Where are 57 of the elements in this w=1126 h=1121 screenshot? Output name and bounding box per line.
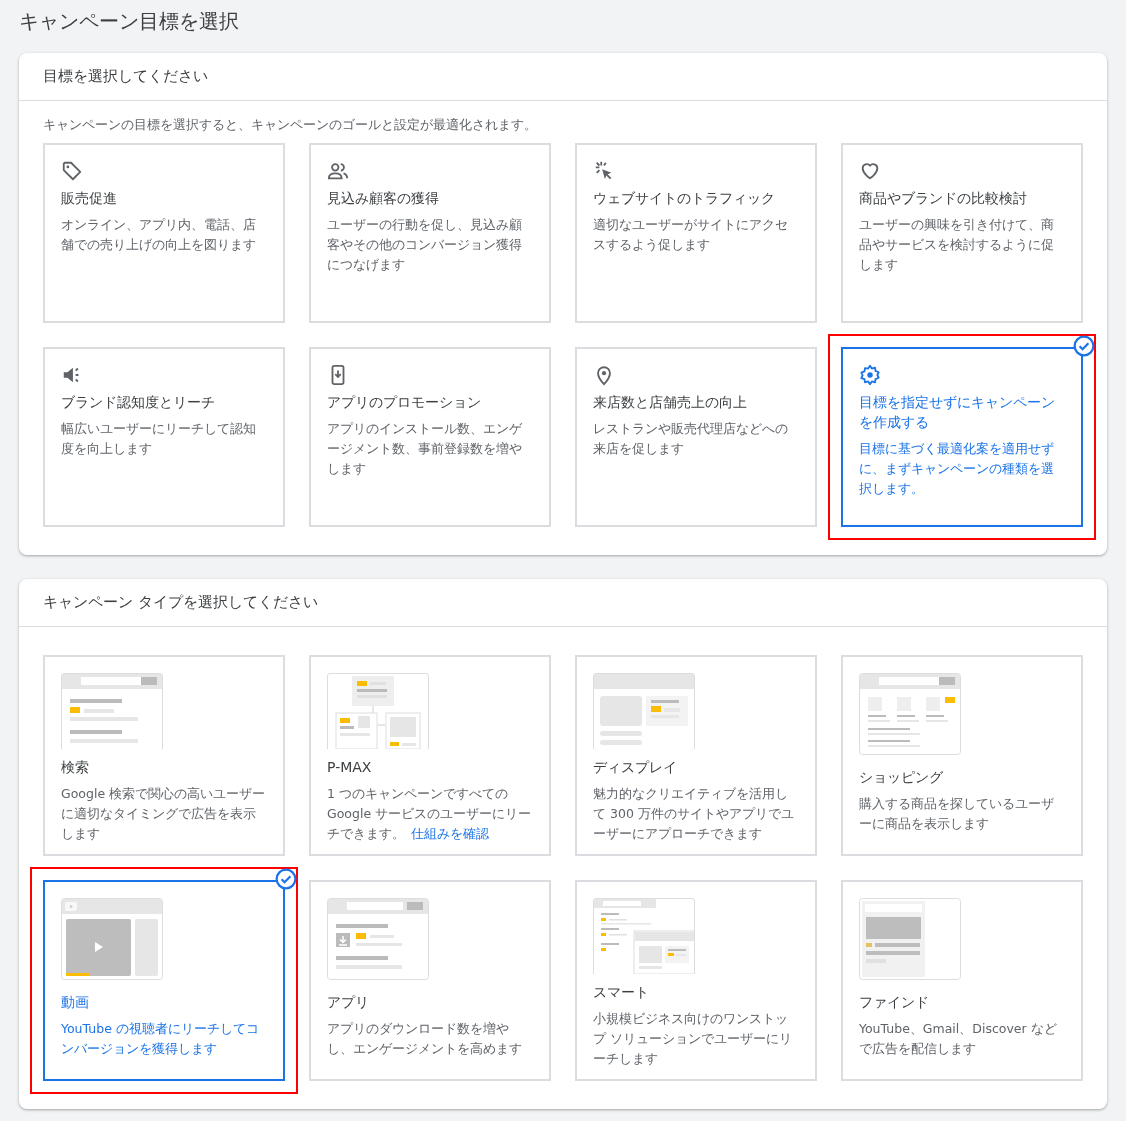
goal-card[interactable]: 見込み顧客の獲得 ユーザーの行動を促し、見込み顧客やその他のコンバージョン獲得につなげます	[309, 143, 551, 323]
card-title: アプリ	[327, 993, 370, 1012]
card-description: ユーザーの興味を引き付けて、商品やサービスを検討するように促します	[859, 216, 1055, 274]
card-description: 1 つのキャンペーンですべての Google サービスのユーザーにリーチできます。 仕組みを確認	[327, 785, 533, 843]
learn-more-link[interactable]: 仕組みを確認	[411, 826, 489, 841]
campaign-type-card[interactable]: ファインド YouTube、Gmail、Discover などで広告を配信します	[841, 880, 1083, 1081]
card-title: 検索	[61, 758, 90, 777]
card-description: YouTube、Gmail、Discover などで広告を配信します	[859, 1020, 1058, 1058]
card-title: 見込み顧客の獲得	[327, 189, 440, 208]
card-description: 幅広いユーザーにリーチして認知度を向上します	[61, 420, 257, 458]
check-icon	[1073, 335, 1095, 357]
section-title: 目標を選択してください	[43, 67, 208, 85]
card-description: ユーザーの行動を促し、見込み顧客やその他のコンバージョン獲得につなげます	[327, 216, 523, 274]
campaign-type-card[interactable]: P-MAX 1 つのキャンペーンですべての Google サービスのユーザーにリーチできます。 仕組みを確認	[309, 655, 551, 856]
check-icon	[275, 868, 297, 890]
card-description: 購入する商品を探しているユーザーに商品を表示します	[859, 795, 1055, 833]
card-title: 商品やブランドの比較検討	[859, 189, 1028, 208]
card-title: 販売促進	[61, 189, 118, 208]
card-description: アプリのダウンロード数を増やし、エンゲージメントを高めます	[327, 1020, 523, 1058]
tag-icon	[61, 160, 83, 182]
goal-card[interactable]: 商品やブランドの比較検討 ユーザーの興味を引き付けて、商品やサービスを検討するように促します	[841, 143, 1083, 323]
card-description: 適切なユーザーがサイトにアクセスするよう促します	[593, 216, 789, 254]
card-description: 小規模ビジネス向けのワンストップ ソリューションでユーザーにリーチします	[593, 1010, 793, 1068]
card-title: スマート	[593, 983, 650, 1002]
card-title: P-MAX	[327, 758, 373, 777]
card-title: 目標を指定せずにキャンペーンを作成する	[859, 393, 1056, 432]
people-icon	[327, 160, 349, 182]
page-title: キャンペーン目標を選択	[19, 8, 240, 35]
goal-card[interactable]: 来店数と店舗売上の向上 レストランや販売代理店などへの来店を促します	[575, 347, 817, 527]
card-title: ファインド	[859, 993, 930, 1012]
goal-card[interactable]: アプリのプロモーション アプリのインストール数、エンゲージメント数、事前登録数を増やします	[309, 347, 551, 527]
section-title: キャンペーン タイプを選択してください	[43, 593, 318, 611]
card-title: 来店数と店舗売上の向上	[593, 393, 748, 412]
goal-card[interactable]: 販売促進 オンライン、アプリ内、電話、店舗での売り上げの向上を図ります	[43, 143, 285, 323]
campaign-type-card[interactable]: 検索 Google 検索で関心の高いユーザーに適切なタイミングで広告を表示します	[43, 655, 285, 856]
card-title: アプリのプロモーション	[327, 393, 482, 412]
campaign-type-card[interactable]: アプリ アプリのダウンロード数を増やし、エンゲージメントを高めます	[309, 880, 551, 1081]
card-title: ウェブサイトのトラフィック	[593, 189, 776, 208]
campaign-type-card[interactable]: スマート 小規模ビジネス向けのワンストップ ソリューションでユーザーにリーチします	[575, 880, 817, 1081]
card-description: YouTube の視聴者にリーチしてコンバージョンを獲得します	[61, 1020, 260, 1058]
card-description: Google 検索で関心の高いユーザーに適切なタイミングで広告を表示します	[61, 785, 267, 843]
settings-icon	[859, 364, 881, 386]
card-description: レストランや販売代理店などへの来店を促します	[593, 420, 789, 458]
card-title: 動画	[61, 993, 90, 1012]
card-description: オンライン、アプリ内、電話、店舗での売り上げの向上を図ります	[61, 216, 257, 254]
card-description: アプリのインストール数、エンゲージメント数、事前登録数を増やします	[327, 420, 523, 478]
goal-card[interactable]: ブランド認知度とリーチ 幅広いユーザーにリーチして認知度を向上します	[43, 347, 285, 527]
card-description: 魅力的なクリエイティブを活用して 300 万件のサイトやアプリでユーザーにアプローチできます	[593, 785, 795, 843]
goal-card[interactable]: ウェブサイトのトラフィック 適切なユーザーがサイトにアクセスするよう促します	[575, 143, 817, 323]
campaign-type-card[interactable]: ディスプレイ 魅力的なクリエイティブを活用して 300 万件のサイトやアプリでユーザーにアプローチできます	[575, 655, 817, 856]
card-title: ショッピング	[859, 768, 944, 787]
intro-text: キャンペーンの目標を選択すると、キャンペーンのゴールと設定が最適化されます。	[42, 116, 538, 134]
campaign-type-card[interactable]: ショッピング 購入する商品を探しているユーザーに商品を表示します	[841, 655, 1083, 856]
card-title: ブランド認知度とリーチ	[61, 393, 216, 412]
card-title: ディスプレイ	[593, 758, 678, 777]
card-description: 目標に基づく最適化案を適用せずに、まずキャンペーンの種類を選択します。	[859, 440, 1055, 498]
heart-icon	[859, 160, 881, 182]
